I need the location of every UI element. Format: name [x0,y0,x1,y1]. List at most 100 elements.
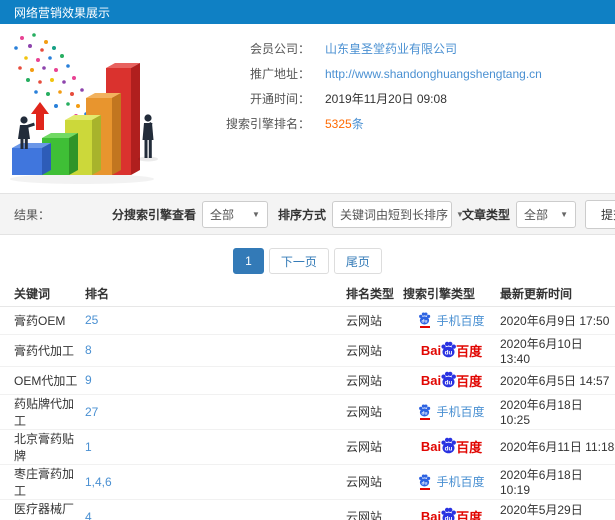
updated-cell: 2020年6月18日 10:19 [500,463,615,499]
baidu-paw-icon: du [441,437,457,454]
baidu-logo-bai: Bai [420,342,442,358]
rank-link[interactable]: 9 [85,373,92,387]
mobile-baidu-engine: du 手机百度 [418,312,485,329]
baidu-du-text: du [445,445,453,452]
info-row-ranking-count: 搜索引擎排名： 5325条 [192,111,542,136]
bar-blue [12,143,51,175]
rank-type-cell: 云网站 [346,463,403,499]
promotion-url-link[interactable]: http://www.shandonghuangshengtang.cn [325,67,542,81]
article-type-label: 文章类型 [461,207,510,222]
updated-cell: 2020年6月10日 13:40 [500,333,615,366]
keyword-cell: 北京膏药贴牌 [0,428,85,464]
rank-link[interactable]: 1,4,6 [85,475,112,489]
table-head-row: 关键词 排名 排名类型 搜索引擎类型 最新更新时间 [0,281,615,306]
mobile-baidu-icon: du [418,404,431,420]
table-row: 医疗器械厂家 4 云网站 du 手机百度 Bai [0,498,615,520]
ranking-count-number: 5325 [325,117,352,131]
promotion-url-label: 推广地址： [249,67,310,81]
ranking-count[interactable]: 5325条 [325,115,364,132]
baidu-du-text: du [422,480,428,486]
growth-chart-illustration [0,24,192,189]
info-row-company: 会员公司： 山东皇圣堂药业有限公司 [192,36,542,61]
engine-view-label: 分搜索引擎查看 [111,207,196,222]
column-header: 关键词 [14,286,51,301]
baidu-paw-icon: du [441,371,457,387]
baidu-red-underline [419,417,430,420]
baidu-logo-bai: Bai [420,372,442,388]
baidu-logo: Bai du 百度 [421,341,482,360]
mobile-baidu-engine: du 手机百度 [418,473,485,490]
last-page-button[interactable]: 尾页 [333,248,382,274]
baidu-du-text: du [445,349,453,356]
baidu-red-underline [419,487,430,490]
bar-chart-graphic [10,33,158,184]
engine-select-value: 全部 [209,207,234,222]
rank-type-cell: 云网站 [346,393,403,429]
rank-link[interactable]: 25 [85,313,98,327]
baidu-logo: Bai du 百度 [421,507,482,520]
top-section: 会员公司： 山东皇圣堂药业有限公司 推广地址： http://www.shand… [0,24,615,189]
mobile-baidu-link[interactable]: 手机百度 [436,403,484,420]
mobile-baidu-icon: du [418,312,431,328]
baidu-logo-cn: 百度 [456,440,483,455]
updated-cell: 2020年6月11日 11:18 [500,428,615,464]
rank-type-cell: 云网站 [346,428,403,464]
baidu-du-text: du [422,410,428,416]
rank-type-cell: 云网站 [346,305,403,334]
keyword-cell: 膏药OEM [0,305,85,334]
page-button-current[interactable]: 1 [233,248,264,274]
article-type-select-value: 全部 [523,207,548,222]
updated-cell: 2020年6月9日 17:50 [500,305,615,334]
table-row: 北京膏药贴牌 1 云网站 du 手机百度 Bai [0,428,615,464]
sort-select[interactable]: 关键词由短到长排序 ▼ [331,200,464,228]
result-label: 结果： [14,207,51,222]
column-header: 最新更新时间 [500,286,573,301]
table-row: 药贴牌代加工 27 云网站 du 手机百度 Bai [0,393,615,429]
rank-link[interactable]: 27 [85,405,98,419]
keyword-cell: 药贴牌代加工 [0,393,85,429]
baidu-red-underline [419,326,430,328]
article-type-select[interactable]: 全部 ▼ [515,200,576,228]
baidu-du-text: du [422,318,428,324]
rank-type-cell: 云网站 [346,333,403,366]
submit-button[interactable]: 提交 [584,199,615,229]
rank-link[interactable]: 1 [85,440,92,454]
pagination: 1 下一页 尾页 [0,248,615,274]
table-row: 膏药代加工 8 云网站 du 手机百度 Bai [0,333,615,366]
table-body: 膏药OEM 25 云网站 du 手机百度 Bai [0,305,615,520]
chevron-down-icon: ▼ [560,209,568,219]
filter-controls: 分搜索引擎查看 全部 ▼ 排序方式 关键词由短到长排序 ▼ 文章类型 全部 ▼ … [102,199,615,229]
keyword-cell: OEM代加工 [0,365,85,394]
businessman-right [138,114,158,162]
ranking-count-suffix: 条 [351,117,364,131]
rank-link[interactable]: 4 [85,510,92,520]
mobile-baidu-link[interactable]: 手机百度 [436,312,484,329]
baidu-paw-icon: du [441,507,457,520]
column-header: 搜索引擎类型 [403,286,476,301]
baidu-du-text: du [445,515,453,520]
updated-cell: 2020年6月18日 10:25 [500,393,615,429]
baidu-du-text: du [445,379,453,386]
mobile-baidu-engine: du 手机百度 [418,403,485,420]
mobile-baidu-icon: du [418,474,431,490]
sort-select-value: 关键词由短到长排序 [339,207,448,222]
column-header: 排名 [85,286,110,301]
company-link[interactable]: 山东皇圣堂药业有限公司 [325,40,457,57]
rank-link[interactable]: 8 [85,343,92,357]
confetti-dots [14,33,90,118]
baidu-logo-cn: 百度 [456,510,483,520]
app-header: 网络营销效果展示 [0,0,615,24]
rank-type-cell: 云网站 [346,365,403,394]
engine-select[interactable]: 全部 ▼ [201,200,268,228]
page-title: 网络营销效果展示 [14,5,111,20]
next-page-button[interactable]: 下一页 [268,248,329,274]
info-panel: 会员公司： 山东皇圣堂药业有限公司 推广地址： http://www.shand… [192,24,542,189]
updated-cell: 2020年6月5日 14:57 [500,365,615,394]
chevron-down-icon: ▼ [252,209,260,219]
keyword-cell: 枣庄膏药加工 [0,463,85,499]
updated-cell: 2020年5月29日 10:32 [500,498,615,520]
open-time-value: 2019年11月20日 09:08 [325,92,447,106]
filter-bar: 结果： 分搜索引擎查看 全部 ▼ 排序方式 关键词由短到长排序 ▼ 文章类型 全… [0,193,615,235]
baidu-logo-bai: Bai [420,509,442,520]
mobile-baidu-link[interactable]: 手机百度 [436,473,484,490]
